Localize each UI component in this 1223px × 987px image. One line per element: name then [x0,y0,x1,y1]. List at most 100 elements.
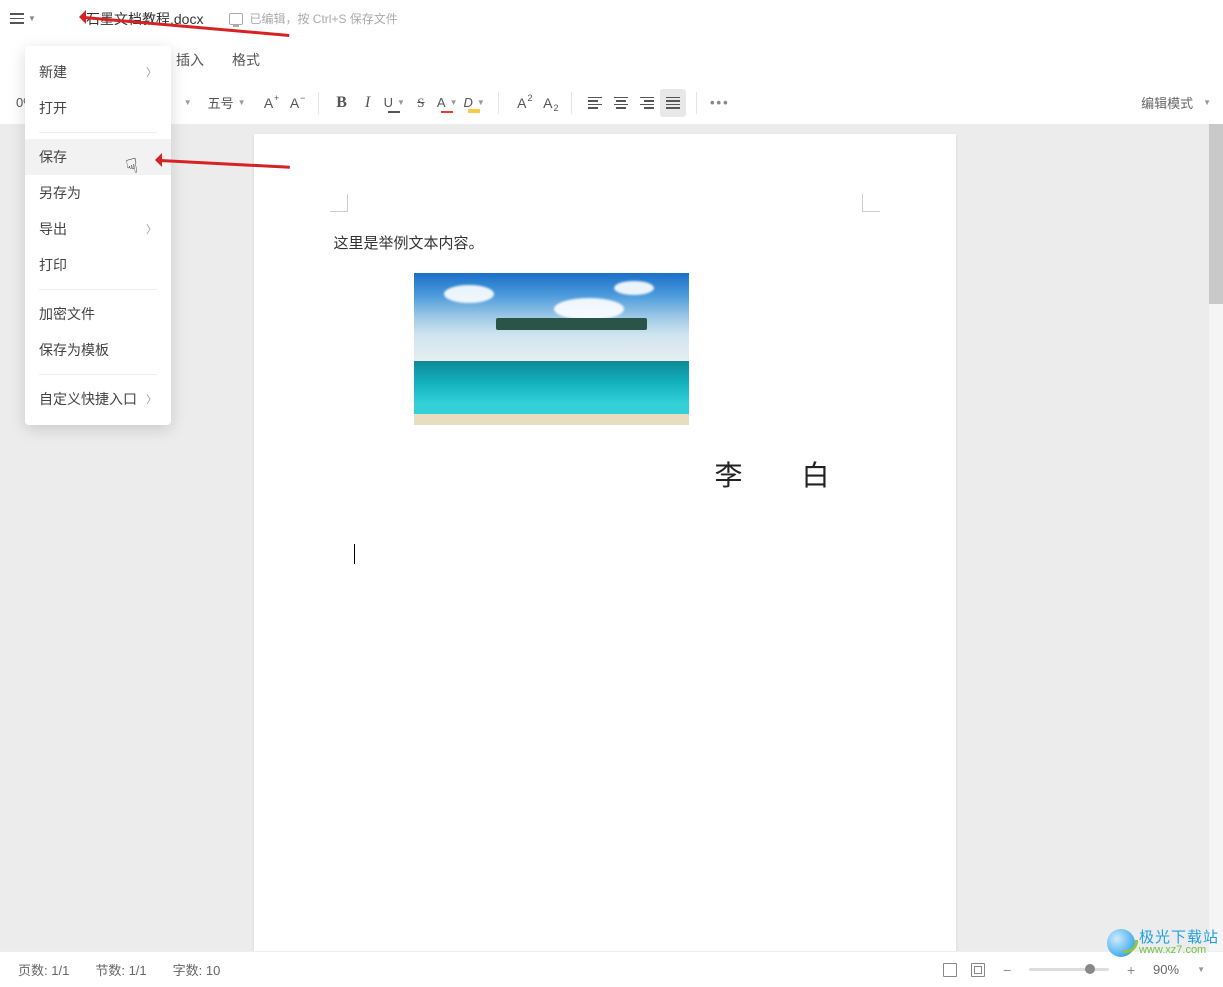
edit-mode-select[interactable]: 编辑模式 ▼ [1141,93,1211,112]
save-status-text: 已编辑，按 Ctrl+S 保存文件 [249,10,397,27]
chevron-right-icon: 〉 [146,391,157,407]
align-left-button[interactable] [582,89,608,117]
caret-down-icon: ▼ [477,98,485,107]
fit-width-icon[interactable] [971,963,985,977]
monitor-icon [229,13,243,25]
caret-down-icon: ▼ [397,98,405,107]
underline-button[interactable]: U▼ [381,89,408,117]
underline-icon: U [384,95,393,110]
document-title: 石墨文档教程.docx [86,9,203,29]
status-sections: 节数: 1/1 [95,960,146,979]
chevron-right-icon: 〉 [146,64,157,80]
align-center-button[interactable] [608,89,634,117]
menu-insert[interactable]: 插入 [176,50,204,70]
increase-font-button[interactable]: A+ [256,89,282,117]
document-page[interactable]: 这里是举例文本内容。 李 白 [254,134,956,951]
text-cursor-icon [354,544,355,564]
align-justify-icon [666,97,680,109]
separator [696,92,697,114]
italic-icon: I [365,94,370,112]
menu-item-open[interactable]: 打开 [25,90,171,126]
subscript-button[interactable]: A2 [535,89,561,117]
menu-label: 加密文件 [39,304,95,324]
menu-bar: 插入 格式 [0,38,1223,82]
increase-font-icon: A+ [264,95,273,111]
more-icon: ••• [710,95,730,110]
edit-mode-label: 编辑模式 [1141,93,1193,112]
menu-format[interactable]: 格式 [232,50,260,70]
separator [39,132,157,133]
menu-label: 保存为模板 [39,340,109,360]
font-color-button[interactable]: A▼ [434,89,461,117]
align-right-button[interactable] [634,89,660,117]
document-canvas[interactable]: 这里是举例文本内容。 李 白 [0,124,1209,951]
zoom-in-button[interactable]: + [1123,962,1139,978]
status-label: 页数: [18,963,48,978]
font-size-label: 五号 [208,93,234,112]
file-menu-dropdown: 新建 〉 打开 保存 另存为 导出 〉 打印 加密文件 保存为模板 自定义快捷入… [25,46,171,425]
status-value: 1/1 [129,963,147,978]
menu-item-save-template[interactable]: 保存为模板 [25,332,171,368]
scrollbar-thumb[interactable] [1209,124,1223,304]
document-image[interactable] [414,273,689,425]
app-menu-button[interactable]: ▼ [8,5,38,33]
document-signature[interactable]: 李 白 [714,454,855,494]
vertical-scrollbar[interactable] [1209,124,1223,951]
menu-label: 保存 [39,147,67,167]
zoom-percent[interactable]: 90% [1153,962,1179,977]
caret-down-icon: ▼ [1197,965,1205,974]
strikethrough-icon: S [417,95,424,111]
highlight-button[interactable]: D▼ [461,89,488,117]
separator [39,289,157,290]
zoom-out-button[interactable]: − [999,962,1015,978]
menu-label: 导出 [39,219,67,239]
bold-button[interactable]: B [329,89,355,117]
zoom-slider[interactable] [1029,968,1109,971]
save-status: 已编辑，按 Ctrl+S 保存文件 [229,10,397,27]
font-color-icon: A [437,95,446,110]
superscript-icon: A2 [517,95,526,111]
menu-item-new[interactable]: 新建 〉 [25,54,171,90]
menu-item-print[interactable]: 打印 [25,247,171,283]
caret-down-icon: ▼ [184,98,192,107]
align-justify-button[interactable] [660,89,686,117]
more-button[interactable]: ••• [707,89,733,117]
menu-label: 打印 [39,255,67,275]
title-bar: ▼ 石墨文档教程.docx 已编辑，按 Ctrl+S 保存文件 [0,0,1223,38]
fit-page-icon[interactable] [943,963,957,977]
separator [39,374,157,375]
menu-label: 自定义快捷入口 [39,389,137,409]
decrease-font-button[interactable]: A− [282,89,308,117]
hamburger-icon [10,13,24,24]
status-label: 字数: [173,963,203,978]
strikethrough-button[interactable]: S [408,89,434,117]
status-bar: 页数: 1/1 节数: 1/1 字数: 10 − + 90% ▼ [0,951,1223,987]
menu-item-encrypt[interactable]: 加密文件 [25,296,171,332]
chevron-right-icon: 〉 [146,221,157,237]
superscript-button[interactable]: A2 [509,89,535,117]
align-right-icon [640,97,654,109]
document-text[interactable]: 这里是举例文本内容。 [334,232,876,253]
caret-down-icon: ▼ [1203,98,1211,107]
caret-down-icon: ▼ [450,98,458,107]
menu-item-custom-shortcut[interactable]: 自定义快捷入口 〉 [25,381,171,417]
italic-button[interactable]: I [355,89,381,117]
menu-item-save-as[interactable]: 另存为 [25,175,171,211]
status-value: 1/1 [51,963,69,978]
bold-icon: B [336,94,347,112]
menu-item-export[interactable]: 导出 〉 [25,211,171,247]
caret-down-icon: ▼ [238,98,246,107]
status-value: 10 [206,963,220,978]
subscript-icon: A2 [543,95,552,111]
separator [318,92,319,114]
align-left-icon [588,97,602,109]
status-label: 节数: [95,963,125,978]
font-size-select[interactable]: 五号 ▼ [204,93,250,112]
caret-down-icon: ▼ [28,14,36,23]
menu-label: 新建 [39,62,67,82]
menu-item-save[interactable]: 保存 [25,139,171,175]
status-pages: 页数: 1/1 [18,960,69,979]
toolbar: 0%▼ 正文▼ Arial▼ 五号▼ A+ A− B I U▼ S A▼ D▼ … [0,82,1223,124]
separator [498,92,499,114]
zoom-slider-knob[interactable] [1085,964,1095,974]
